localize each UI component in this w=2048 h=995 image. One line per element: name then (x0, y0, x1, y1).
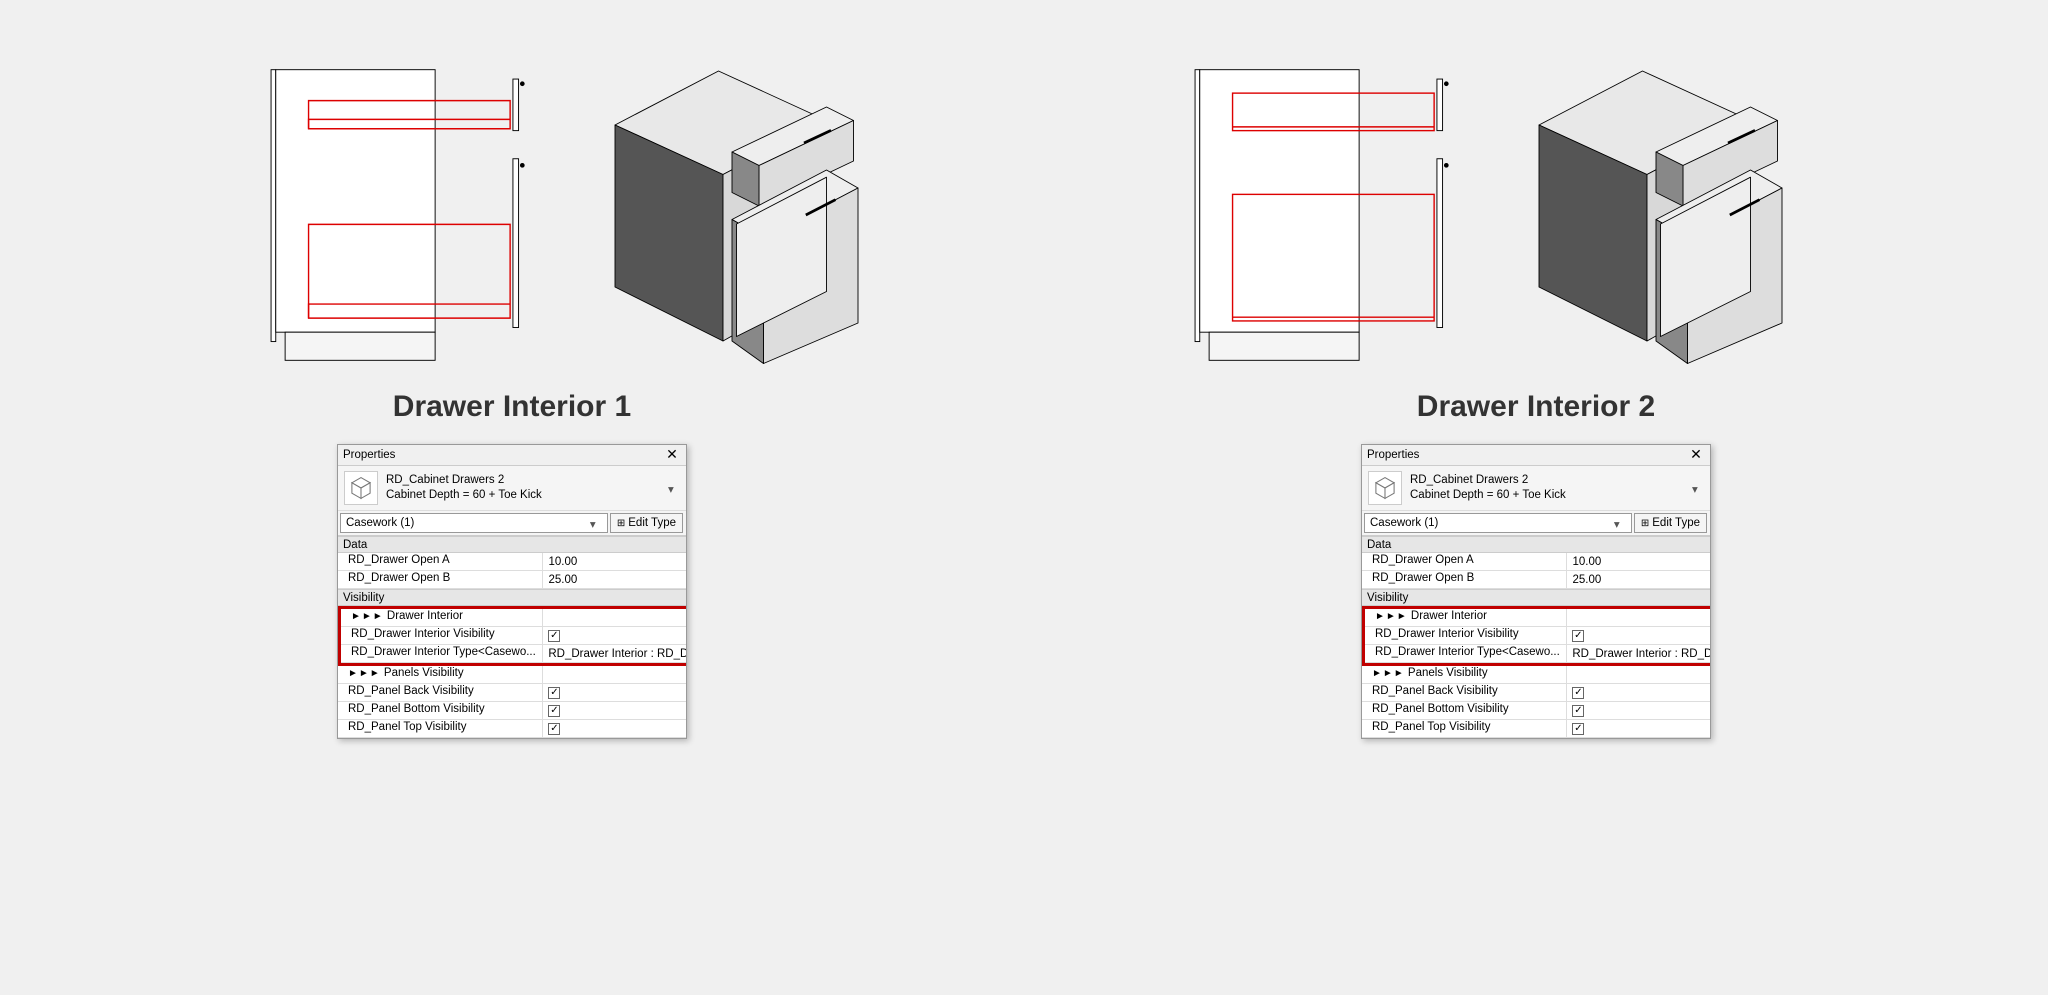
prop-row[interactable]: RD_Panel Top Visibility✓ (1362, 720, 1711, 738)
family-thumbnail-icon (344, 471, 378, 505)
drawing-group-left (257, 60, 867, 370)
checkbox-icon[interactable]: ✓ (1572, 705, 1584, 717)
close-icon[interactable]: ✕ (663, 448, 681, 462)
checkbox-icon[interactable]: ✓ (548, 705, 560, 717)
drawing-group-right (1181, 60, 1791, 370)
prop-row[interactable]: ►►► Drawer Interior (1365, 609, 1711, 627)
family-subtype: Cabinet Depth = 60 + Toe Kick (386, 488, 680, 503)
panel-title: Properties (1367, 449, 1419, 461)
category-filter[interactable]: Casework (1) ▾ (340, 513, 608, 533)
prop-row[interactable]: RD_Panel Bottom Visibility✓ (338, 702, 687, 720)
prop-row[interactable]: RD_Panel Back Visibility✓ (338, 684, 687, 702)
titles-row: Drawer Interior 1 Drawer Interior 2 (0, 390, 2048, 424)
section-visibility[interactable]: Visibility⌃ (1362, 589, 1711, 606)
prop-row[interactable]: RD_Drawer Open B25.00 (338, 571, 687, 589)
category-filter[interactable]: Casework (1) ▾ (1364, 513, 1632, 533)
family-thumbnail-icon (1368, 471, 1402, 505)
chevron-down-icon: ▾ (668, 482, 680, 494)
section-data[interactable]: Data⌃ ⌃ (1362, 536, 1711, 553)
type-selector[interactable]: RD_Cabinet Drawers 2 Cabinet Depth = 60 … (338, 466, 686, 511)
elevation-drawing-2 (1181, 65, 1481, 365)
checkbox-icon[interactable]: ✓ (548, 723, 560, 735)
prop-row[interactable]: RD_Drawer Interior Visibility✓ (1365, 627, 1711, 645)
drawings-row (0, 0, 2048, 380)
properties-panel-right: Properties ✕ RD_Cabinet Drawers 2 Cabine… (1361, 444, 1711, 739)
family-name: RD_Cabinet Drawers 2 (1410, 473, 1704, 488)
prop-row[interactable]: RD_Drawer Interior Type<Casewo...RD_Draw… (341, 645, 687, 663)
title-right: Drawer Interior 2 (1024, 390, 2048, 424)
prop-row[interactable]: RD_Drawer Open A10.00 (1362, 553, 1711, 571)
prop-row[interactable]: ►►► Panels Visibility (338, 666, 687, 684)
prop-row[interactable]: RD_Drawer Interior Type<Casewo...RD_Draw… (1365, 645, 1711, 663)
highlighted-rows: ►►► Drawer Interior RD_Drawer Interior V… (338, 606, 687, 666)
section-data[interactable]: Data⌃ ⌃ (338, 536, 687, 553)
checkbox-icon[interactable]: ✓ (1572, 630, 1584, 642)
prop-row[interactable]: ►►► Drawer Interior (341, 609, 687, 627)
iso-drawing-2 (1521, 60, 1791, 370)
checkbox-icon[interactable]: ✓ (548, 687, 560, 699)
checkbox-icon[interactable]: ✓ (548, 630, 560, 642)
chevron-down-icon: ▾ (1692, 482, 1704, 494)
close-icon[interactable]: ✕ (1687, 448, 1705, 462)
prop-row[interactable]: RD_Panel Bottom Visibility✓ (1362, 702, 1711, 720)
type-selector[interactable]: RD_Cabinet Drawers 2 Cabinet Depth = 60 … (1362, 466, 1710, 511)
elevation-drawing-1 (257, 65, 557, 365)
chevron-down-icon: ▾ (1614, 517, 1626, 529)
family-name: RD_Cabinet Drawers 2 (386, 473, 680, 488)
panel-title: Properties (343, 449, 395, 461)
edit-type-button[interactable]: ⊞ Edit Type (1634, 513, 1707, 533)
panels-row: Properties ✕ RD_Cabinet Drawers 2 Cabine… (0, 444, 2048, 739)
properties-panel-left: Properties ✕ RD_Cabinet Drawers 2 Cabine… (337, 444, 687, 739)
highlighted-rows: ►►► Drawer Interior RD_Drawer Interior V… (1362, 606, 1711, 666)
chevron-down-icon: ▾ (590, 517, 602, 529)
prop-row[interactable]: RD_Panel Back Visibility✓ (1362, 684, 1711, 702)
family-subtype: Cabinet Depth = 60 + Toe Kick (1410, 488, 1704, 503)
edit-type-button[interactable]: ⊞ Edit Type (610, 513, 683, 533)
checkbox-icon[interactable]: ✓ (1572, 687, 1584, 699)
prop-row[interactable]: ►►► Panels Visibility (1362, 666, 1711, 684)
prop-row[interactable]: RD_Drawer Open A10.00 (338, 553, 687, 571)
title-left: Drawer Interior 1 (0, 390, 1024, 424)
prop-row[interactable]: RD_Panel Top Visibility✓ (338, 720, 687, 738)
iso-drawing-1 (597, 60, 867, 370)
prop-row[interactable]: RD_Drawer Open B25.00 (1362, 571, 1711, 589)
prop-row[interactable]: RD_Drawer Interior Visibility✓ (341, 627, 687, 645)
checkbox-icon[interactable]: ✓ (1572, 723, 1584, 735)
section-visibility[interactable]: Visibility⌃ (338, 589, 687, 606)
